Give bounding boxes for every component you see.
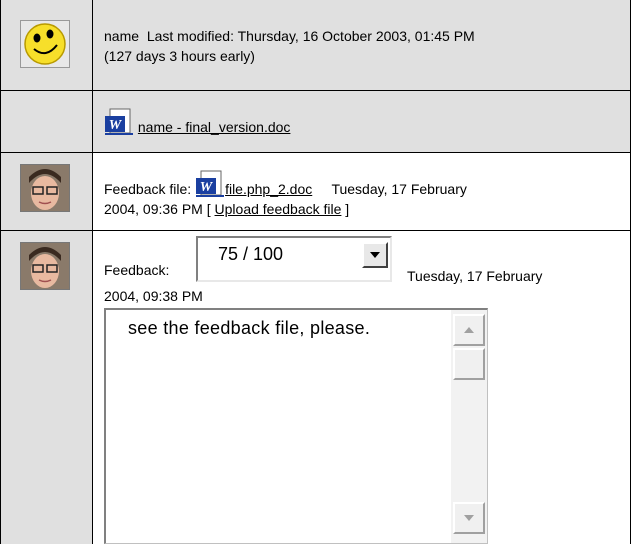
feedback-date-2: 2004, 09:38 PM — [104, 288, 203, 304]
feedback-comment-text: see the feedback file, please. — [128, 318, 371, 338]
teacher-avatar — [20, 242, 70, 290]
submitted-file-link[interactable]: name - final_version.doc — [138, 119, 291, 135]
scroll-down-icon — [464, 515, 474, 521]
feedback-file-date: Tuesday, 17 February — [331, 181, 467, 197]
dropdown-arrow-button[interactable] — [362, 242, 388, 268]
feedback-date: Tuesday, 17 February 2004, 09:38 PM — [104, 266, 624, 306]
scroll-down-button[interactable] — [453, 502, 485, 534]
student-name: name — [104, 28, 140, 44]
teacher-avatar — [20, 164, 70, 212]
scroll-up-icon — [464, 327, 474, 333]
early-note: (127 days 3 hours early) — [104, 48, 255, 64]
word-document-icon: W — [104, 108, 134, 136]
feedback-comment-textarea[interactable]: see the feedback file, please. — [104, 308, 488, 544]
submitted-file-row: W name - final_version.doc — [104, 108, 624, 136]
submission-info: name Last modified: Thursday, 16 October… — [104, 26, 624, 66]
svg-text:W: W — [200, 180, 214, 195]
upload-feedback-link[interactable]: Upload feedback file — [215, 201, 342, 217]
word-document-icon: W — [195, 170, 225, 198]
bracket-close: ] — [341, 201, 350, 217]
feedback-file-info: Feedback file: W file.php_2.doc Tuesday,… — [104, 170, 624, 219]
svg-text:W: W — [109, 118, 123, 133]
grade-select-value: 75 / 100 — [218, 244, 284, 264]
scroll-thumb[interactable] — [453, 348, 485, 380]
textarea-scrollbar[interactable] — [451, 310, 487, 543]
feedback-file-link[interactable]: file.php_2.doc — [225, 181, 312, 197]
feedback-date-1: Tuesday, 17 February — [407, 268, 543, 284]
chevron-down-icon — [370, 252, 380, 258]
submission-table: name Last modified: Thursday, 16 October… — [0, 0, 631, 544]
scroll-up-button[interactable] — [453, 314, 485, 346]
feedback-file-date-2: 2004, 09:36 PM [ — [104, 201, 215, 217]
last-modified-text: Last modified: Thursday, 16 October 2003… — [146, 28, 475, 44]
feedback-file-label: Feedback file: — [104, 181, 192, 197]
smiley-face-icon — [20, 20, 70, 68]
